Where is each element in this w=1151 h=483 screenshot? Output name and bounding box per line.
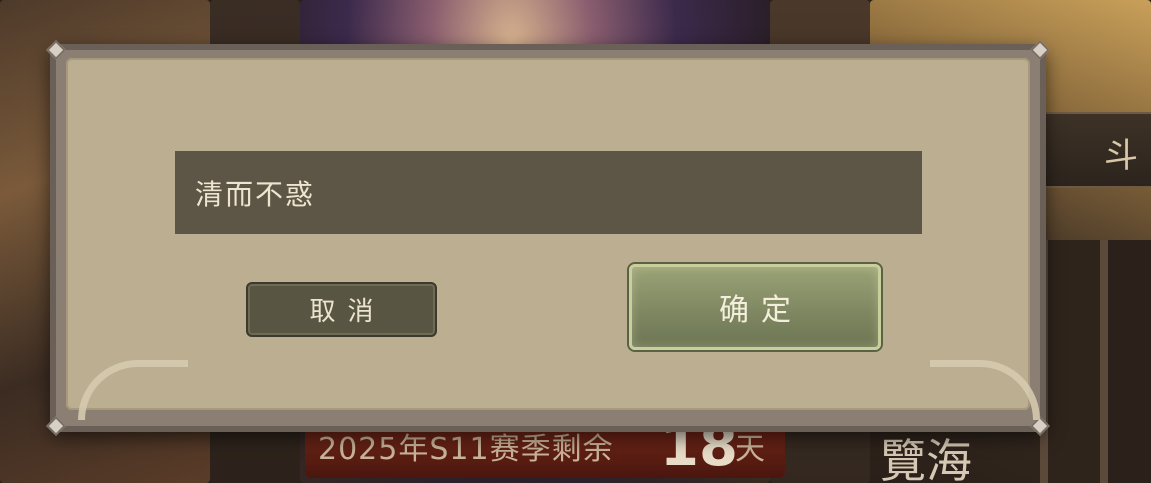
background-card-slots: [1040, 240, 1151, 483]
calligraphy-logo: 覽海: [880, 434, 972, 483]
game-screen: 斗 2025年S11赛季剩余 18 天 覽海 取消 确定: [0, 0, 1151, 483]
name-input[interactable]: [175, 151, 922, 234]
side-menu-label: 斗: [1104, 136, 1138, 176]
cancel-button[interactable]: 取消: [246, 282, 437, 337]
dialog-body: [66, 58, 1030, 410]
confirm-button[interactable]: 确定: [629, 264, 881, 350]
